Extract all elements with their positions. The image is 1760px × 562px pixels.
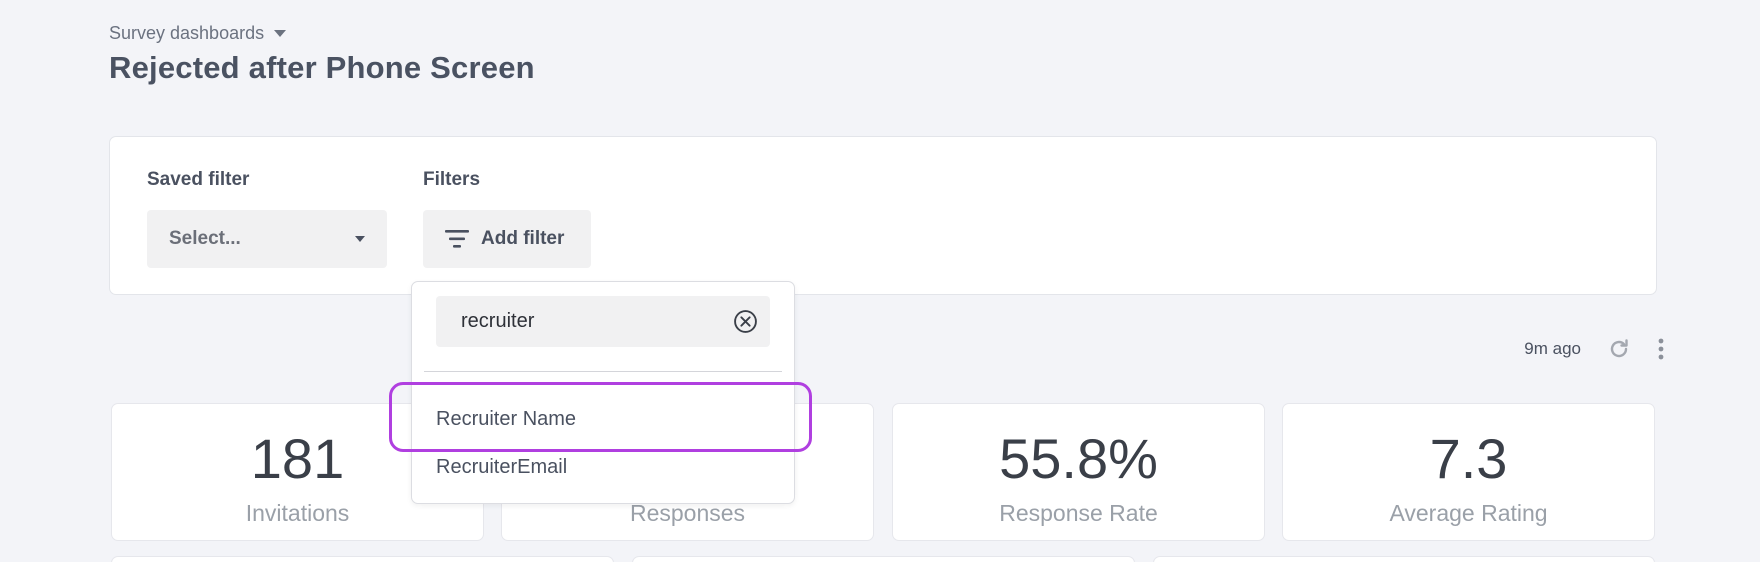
page-title: Rejected after Phone Screen [109, 50, 535, 85]
add-filter-label: Add filter [481, 228, 565, 249]
saved-filter-label: Saved filter [147, 169, 250, 190]
stat-label: Response Rate [999, 500, 1158, 526]
chart-card [632, 556, 1135, 562]
saved-filter-placeholder: Select... [169, 228, 241, 249]
dropdown-divider [424, 371, 782, 372]
filter-field-dropdown: Recruiter Name RecruiterEmail [411, 281, 795, 504]
add-filter-button[interactable]: Add filter [423, 210, 591, 268]
filter-option-recruiter-email[interactable]: RecruiterEmail [436, 456, 567, 479]
filter-panel: Saved filter Select... Filters Add filte… [109, 136, 1657, 295]
more-vertical-icon[interactable] [1657, 337, 1665, 361]
stat-label: Invitations [245, 500, 350, 526]
clear-search-icon[interactable] [733, 309, 758, 334]
saved-filter-select[interactable]: Select... [147, 210, 387, 268]
dashboard-toolbar: 9m ago [1524, 337, 1665, 361]
caret-down-icon [355, 236, 365, 242]
stat-value: 55.8% [999, 427, 1158, 490]
stat-card-average-rating[interactable]: 7.3 Average Rating [1282, 403, 1655, 541]
chart-card [1153, 556, 1655, 562]
breadcrumb-dropdown[interactable]: Survey dashboards [109, 23, 287, 44]
stat-label: Responses [629, 500, 746, 526]
filter-icon [445, 230, 469, 248]
breadcrumb-label: Survey dashboards [109, 23, 265, 43]
filter-search-input[interactable] [461, 296, 721, 347]
stat-value: 7.3 [1429, 427, 1508, 490]
filters-label: Filters [423, 169, 481, 190]
last-updated-text: 9m ago [1524, 339, 1581, 358]
filter-search-box [436, 296, 770, 347]
stat-card-response-rate[interactable]: 55.8% Response Rate [892, 403, 1265, 541]
refresh-icon[interactable] [1607, 337, 1631, 361]
chevron-down-icon [274, 30, 287, 37]
chart-card [111, 556, 614, 562]
filter-option-recruiter-name[interactable]: Recruiter Name [436, 408, 576, 431]
stat-label: Average Rating [1389, 500, 1548, 526]
